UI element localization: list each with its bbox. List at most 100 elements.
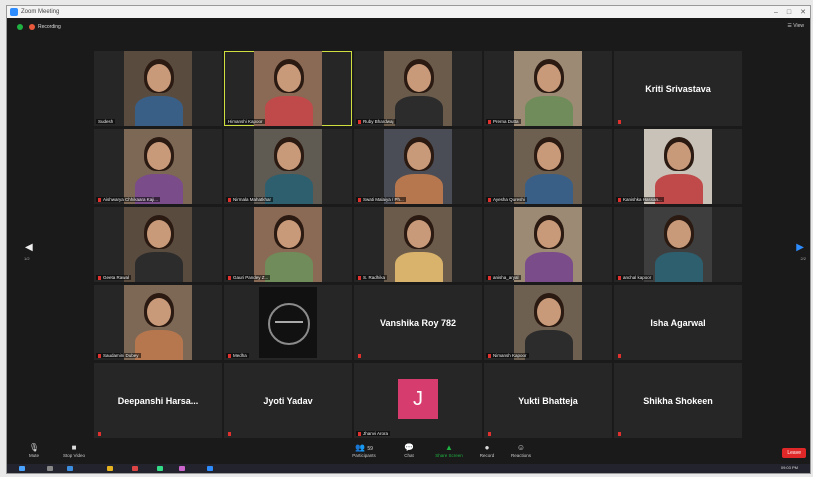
participant-tile[interactable]: Aishwarya Chhikaara Kaji... bbox=[94, 129, 222, 204]
participant-body bbox=[265, 252, 313, 282]
participant-face bbox=[407, 220, 431, 248]
participant-body bbox=[265, 96, 313, 126]
participant-tile[interactable]: anchal kapoor bbox=[614, 207, 742, 282]
muted-mic-icon bbox=[98, 431, 101, 436]
minimize-button[interactable]: – bbox=[774, 9, 778, 16]
participant-tile[interactable]: Kanishka Hassan... bbox=[614, 129, 742, 204]
participant-tile[interactable]: Medha bbox=[224, 285, 352, 360]
taskbar-clock: 09:03 PM bbox=[780, 465, 798, 470]
participant-face bbox=[147, 64, 171, 92]
app-icon[interactable] bbox=[132, 466, 138, 471]
participant-display-name: Deepanshi Harsa... bbox=[117, 396, 199, 406]
windows-taskbar: 09:03 PM bbox=[7, 464, 810, 473]
start-menu-icon[interactable] bbox=[19, 466, 25, 471]
participant-video bbox=[514, 129, 582, 204]
participant-tile[interactable]: anisha_aryal bbox=[484, 207, 612, 282]
participant-name-label: Ruby Bhardwaj bbox=[356, 119, 396, 124]
prev-page-indicator: 1/2 bbox=[24, 256, 30, 261]
maximize-button[interactable]: □ bbox=[787, 9, 791, 16]
participant-body bbox=[135, 96, 183, 126]
participant-tile[interactable]: Swati Malaiya / Ph... bbox=[354, 129, 482, 204]
view-button[interactable]: ☰ View bbox=[787, 23, 804, 29]
app-icon[interactable] bbox=[157, 466, 163, 471]
search-icon[interactable] bbox=[47, 466, 53, 471]
share-screen-button[interactable]: ▲ Share Screen bbox=[432, 443, 466, 458]
participant-name-label: Gauri Pandey Z... bbox=[226, 275, 271, 280]
participant-face bbox=[277, 142, 301, 170]
logo-ring bbox=[268, 303, 310, 345]
participant-name-label: S. Radhika bbox=[356, 275, 388, 280]
participants-icon: 👥 59 bbox=[355, 443, 373, 452]
participant-body bbox=[135, 252, 183, 282]
participant-tile[interactable]: Shikha Shokeen bbox=[614, 363, 742, 438]
participant-body bbox=[525, 96, 573, 126]
chat-icon: 💬 bbox=[404, 443, 414, 452]
participant-tile[interactable]: Jyoti Yadav bbox=[224, 363, 352, 438]
participant-tile[interactable]: Sudesh bbox=[94, 51, 222, 126]
participant-tile[interactable]: Kriti Srivastava bbox=[614, 51, 742, 126]
participant-tile[interactable]: Vanshika Roy 782 bbox=[354, 285, 482, 360]
reactions-button[interactable]: ☺ Reactions bbox=[504, 443, 538, 458]
participant-video bbox=[124, 51, 192, 126]
next-page-arrow-icon[interactable]: ▶ bbox=[796, 242, 804, 253]
participant-tile[interactable]: Himanshi Kapoor bbox=[224, 51, 352, 126]
participant-body bbox=[525, 330, 573, 360]
participant-name-label bbox=[616, 431, 625, 436]
participant-tile[interactable]: Saudamini Dubey bbox=[94, 285, 222, 360]
participant-name-label bbox=[356, 353, 365, 358]
file-explorer-icon[interactable] bbox=[107, 466, 113, 471]
muted-mic-icon bbox=[488, 119, 491, 124]
participant-tile[interactable]: S. Radhika bbox=[354, 207, 482, 282]
muted-mic-icon bbox=[488, 431, 491, 436]
participant-tile[interactable]: Isha Agarwal bbox=[614, 285, 742, 360]
participant-name-label: Prerna Dutta bbox=[486, 119, 521, 124]
participant-tile[interactable]: Geeta Rawal bbox=[94, 207, 222, 282]
participant-face bbox=[667, 220, 691, 248]
share-screen-icon: ▲ bbox=[445, 443, 453, 452]
participant-tile[interactable]: Yukti Bhatteja bbox=[484, 363, 612, 438]
leave-button[interactable]: Leave bbox=[782, 448, 806, 458]
participant-body bbox=[395, 252, 443, 282]
participants-count: 59 bbox=[367, 446, 373, 452]
security-shield-icon[interactable] bbox=[17, 24, 23, 30]
participant-tile[interactable]: Gauri Pandey Z... bbox=[224, 207, 352, 282]
record-button[interactable]: ● Record bbox=[470, 443, 504, 458]
close-button[interactable]: ✕ bbox=[800, 8, 806, 16]
stop-video-button[interactable]: ■ Stop Video bbox=[57, 443, 91, 458]
participant-tile[interactable]: Prerna Dutta bbox=[484, 51, 612, 126]
participant-tile[interactable]: Nirmala Mahatkhar bbox=[224, 129, 352, 204]
participants-button[interactable]: 👥 59 Participants bbox=[347, 443, 381, 458]
participant-name-label: Jhanvi Arora bbox=[356, 431, 391, 436]
participant-tile[interactable]: Ruby Bhardwaj bbox=[354, 51, 482, 126]
participant-display-name: Vanshika Roy 782 bbox=[379, 318, 457, 328]
meeting-toolbar: 🎙 Mute ■ Stop Video 👥 59 Participants 💬 Chat… bbox=[7, 442, 810, 464]
prev-page-arrow-icon[interactable]: ◀ bbox=[25, 242, 33, 253]
chat-button[interactable]: 💬 Chat bbox=[392, 443, 426, 458]
participant-tile[interactable]: Ayesha Qureshi bbox=[484, 129, 612, 204]
participant-name-label bbox=[96, 431, 105, 436]
participant-name-label: Nirmala Mahatkhar bbox=[226, 197, 274, 202]
muted-mic-icon bbox=[618, 275, 621, 280]
participant-face bbox=[537, 64, 561, 92]
participant-face bbox=[537, 298, 561, 326]
participant-tile[interactable]: Nimansh Kapoor bbox=[484, 285, 612, 360]
edge-browser-icon[interactable] bbox=[67, 466, 73, 471]
muted-mic-icon bbox=[98, 353, 101, 358]
window-title: Zoom Meeting bbox=[21, 9, 60, 15]
video-camera-icon: ■ bbox=[71, 443, 77, 452]
microphone-icon: 🎙 bbox=[28, 443, 40, 452]
participant-name-label: Nimansh Kapoor bbox=[486, 353, 529, 358]
record-label: Record bbox=[479, 453, 495, 458]
recording-icon bbox=[29, 24, 35, 30]
zoom-taskbar-icon[interactable] bbox=[207, 466, 213, 471]
view-label: View bbox=[793, 23, 804, 29]
participant-display-name: Jyoti Yadav bbox=[263, 396, 313, 406]
participant-video bbox=[384, 129, 452, 204]
app-icon[interactable] bbox=[179, 466, 185, 471]
participant-tile[interactable]: Deepanshi Harsa... bbox=[94, 363, 222, 438]
participant-initial-avatar: J bbox=[398, 379, 438, 419]
mute-button[interactable]: 🎙 Mute bbox=[17, 443, 51, 458]
participant-face bbox=[147, 298, 171, 326]
participant-display-name: Yukti Bhatteja bbox=[518, 396, 578, 406]
participant-tile[interactable]: J Jhanvi Arora bbox=[354, 363, 482, 438]
